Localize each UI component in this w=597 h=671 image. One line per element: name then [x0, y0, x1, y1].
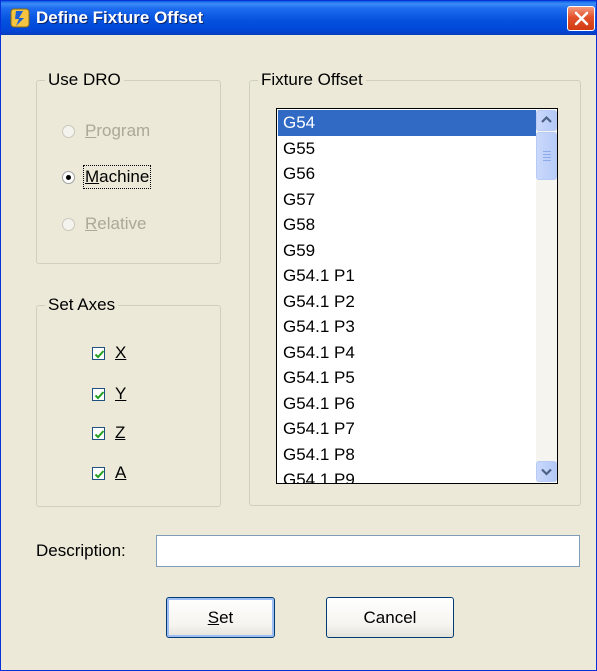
checkbox-z-box — [92, 426, 105, 440]
checkbox-x-box — [92, 346, 105, 360]
list-item[interactable]: G54.1 P5 — [278, 365, 536, 391]
radio-machine-indicator — [62, 170, 75, 184]
checkbox-x[interactable]: X — [92, 343, 126, 363]
title-bar[interactable]: Define Fixture Offset — [1, 1, 596, 35]
radio-relative[interactable]: Relative — [62, 214, 146, 234]
set-button[interactable]: Set — [166, 597, 275, 638]
list-item[interactable]: G54.1 P6 — [278, 391, 536, 417]
list-item[interactable]: G54.1 P8 — [278, 442, 536, 468]
list-item[interactable]: G59 — [278, 238, 536, 264]
fixture-offset-list[interactable]: G54 G55 G56 G57 G58 G59 G54.1 P1 G54.1 P… — [276, 108, 558, 484]
checkbox-z[interactable]: Z — [92, 423, 125, 443]
list-item[interactable]: G54.1 P4 — [278, 340, 536, 366]
radio-machine-mnemonic: M — [85, 167, 100, 186]
set-button-mnemonic: S — [207, 607, 220, 627]
checkbox-a-box — [92, 466, 105, 480]
fixture-offset-label: Fixture Offset — [258, 70, 366, 90]
radio-program-indicator — [62, 124, 75, 138]
scroll-down-button[interactable] — [536, 461, 557, 482]
list-item[interactable]: G57 — [278, 187, 536, 213]
radio-machine[interactable]: Machine — [62, 165, 152, 189]
list-item[interactable]: G54 — [278, 110, 536, 136]
checkbox-a-label: A — [115, 463, 127, 482]
radio-program-mnemonic: P — [85, 121, 97, 140]
scroll-thumb[interactable] — [536, 132, 557, 180]
list-item[interactable]: G58 — [278, 212, 536, 238]
checkbox-y[interactable]: Y — [92, 384, 126, 404]
radio-program-label: rogram — [96, 121, 151, 140]
checkbox-x-label: X — [115, 343, 127, 362]
radio-machine-label: achine — [99, 167, 150, 186]
window-title: Define Fixture Offset — [36, 8, 204, 27]
checkbox-y-label: Y — [115, 384, 127, 403]
chevron-up-icon — [541, 115, 552, 123]
list-item[interactable]: G54.1 P3 — [278, 314, 536, 340]
cancel-button-label: Cancel — [363, 607, 417, 627]
set-axes-label: Set Axes — [45, 295, 119, 315]
list-item[interactable]: G54.1 P9 — [278, 467, 536, 483]
radio-relative-indicator — [62, 217, 75, 231]
dialog-window: Define Fixture Offset Use DRO Program Ma… — [0, 0, 597, 671]
scroll-up-button[interactable] — [536, 110, 557, 131]
vertical-scrollbar[interactable] — [536, 110, 557, 482]
checkbox-a[interactable]: A — [92, 463, 126, 483]
radio-relative-label: elative — [97, 214, 147, 233]
radio-relative-mnemonic: R — [85, 214, 98, 233]
list-item[interactable]: G54.1 P1 — [278, 263, 536, 289]
list-item[interactable]: G54.1 P2 — [278, 289, 536, 315]
checkbox-y-box — [92, 387, 105, 401]
description-input[interactable] — [156, 535, 580, 567]
mach-app-icon — [10, 8, 30, 28]
checkbox-z-label: Z — [115, 423, 126, 442]
set-axes-group: Set Axes — [36, 295, 221, 507]
cancel-button[interactable]: Cancel — [326, 597, 454, 638]
close-button[interactable] — [567, 6, 595, 31]
radio-program[interactable]: Program — [62, 121, 150, 141]
list-item[interactable]: G56 — [278, 161, 536, 187]
chevron-down-icon — [541, 468, 552, 476]
set-button-label: et — [219, 607, 234, 627]
list-item[interactable]: G54.1 P7 — [278, 416, 536, 442]
fixture-offset-items: G54 G55 G56 G57 G58 G59 G54.1 P1 G54.1 P… — [278, 110, 536, 483]
list-item[interactable]: G55 — [278, 136, 536, 162]
close-icon — [574, 11, 589, 26]
use-dro-label: Use DRO — [45, 70, 124, 90]
description-label: Description: — [36, 541, 126, 560]
